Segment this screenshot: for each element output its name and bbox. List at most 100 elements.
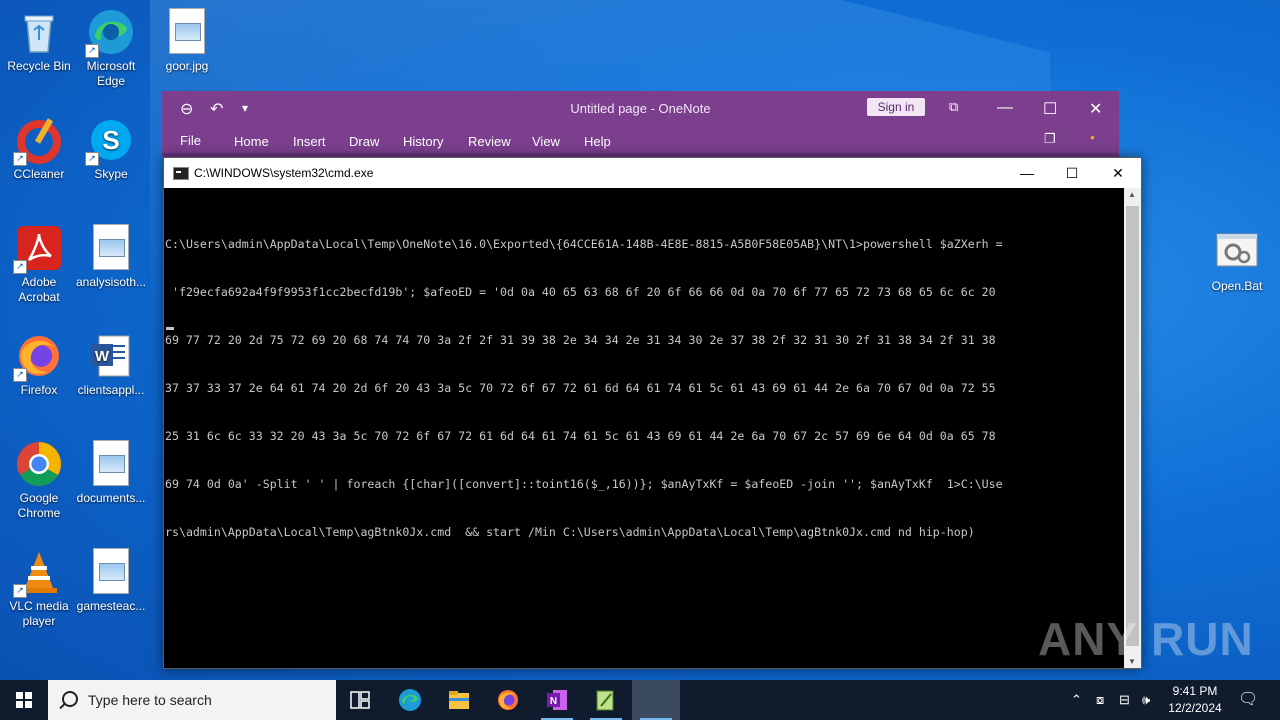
ribbon-display-icon[interactable]: ⧉ (949, 99, 958, 115)
start-button[interactable] (0, 680, 48, 720)
desktop-icon-label: analysisoth... (75, 275, 147, 289)
scroll-up-icon[interactable]: ▲ (1128, 190, 1136, 199)
shortcut-arrow-icon: ↗ (13, 152, 27, 166)
image-file-icon (87, 440, 135, 488)
desktop-icon-label: Firefox (20, 383, 58, 397)
tab-view[interactable]: View (532, 134, 560, 149)
windows-logo-icon (16, 692, 32, 708)
console-line: 69 77 72 20 2d 75 72 69 20 68 74 74 70 3… (165, 333, 996, 347)
tab-insert[interactable]: Insert (293, 134, 326, 149)
console-line: 'f29ecfa692a4f9f9953f1cc2becfd19b'; $afe… (165, 285, 996, 299)
desktop-icon-recycle-bin[interactable]: Recycle Bin (0, 8, 78, 74)
desktop-icon-label: Adobe Acrobat (18, 275, 60, 304)
notebook-list-icon[interactable]: ❐ (1044, 131, 1056, 147)
desktop-icon-goor-jpg[interactable]: goor.jpg (148, 8, 226, 74)
tab-review[interactable]: Review (468, 134, 511, 149)
desktop-icon-label: VLC media player (9, 599, 69, 628)
desktop-icon-clientsappl[interactable]: W clientsappl... (72, 332, 150, 398)
desktop-icon-adobe-acrobat[interactable]: ↗ Adobe Acrobat (0, 224, 78, 305)
taskbar-firefox[interactable] (484, 680, 532, 720)
desktop-icon-analysisoth[interactable]: analysisoth... (72, 224, 150, 290)
shortcut-arrow-icon: ↗ (13, 368, 27, 382)
show-hidden-icons-icon[interactable]: ⌃ (1071, 680, 1082, 720)
console-icon (173, 167, 189, 180)
task-view-button[interactable] (336, 680, 384, 720)
console-output[interactable]: C:\Users\admin\AppData\Local\Temp\OneNot… (165, 204, 1123, 572)
shortcut-arrow-icon: ↗ (13, 260, 27, 274)
taskbar: Type here to search N ⌃ ⧇ ⊟ 🕪 9:41 PM 12… (0, 680, 1280, 720)
desktop-icon-open-bat[interactable]: Open.Bat (1198, 228, 1276, 294)
taskbar-edge[interactable] (386, 680, 434, 720)
console-line: 69 74 0d 0a' -Split ' ' | foreach {[char… (165, 477, 1003, 491)
console-line: C:\Users\admin\AppData\Local\Temp\OneNot… (165, 237, 1003, 251)
svg-text:S: S (102, 125, 119, 155)
batch-file-icon (1213, 228, 1261, 276)
desktop-icon-label: goor.jpg (165, 59, 209, 73)
svg-text:N: N (550, 696, 557, 707)
desktop-icon-microsoft-edge[interactable]: ↗ Microsoft Edge (72, 8, 150, 89)
notifications-icon[interactable]: 🗨 (1238, 680, 1258, 720)
console-line: 25 31 6c 6c 33 32 20 43 3a 5c 70 72 6f 6… (165, 429, 996, 443)
cmd-titlebar[interactable]: C:\WINDOWS\system32\cmd.exe — ☐ ✕ (164, 158, 1141, 188)
desktop-icon-skype[interactable]: S ↗ Skype (72, 116, 150, 182)
desktop-icon-google-chrome[interactable]: Google Chrome (0, 440, 78, 521)
sign-in-button[interactable]: Sign in (867, 98, 925, 116)
firefox-icon (498, 690, 518, 710)
desktop-icon-label: CCleaner (13, 167, 65, 181)
skype-icon: S ↗ (85, 116, 135, 166)
maximize-icon[interactable]: ☐ (1043, 99, 1057, 119)
desktop-icon-label: Open.Bat (1211, 279, 1263, 293)
word-document-icon: W (87, 332, 135, 380)
chrome-icon (15, 440, 63, 488)
image-file-icon (163, 8, 211, 56)
search-placeholder: Type here to search (88, 692, 212, 708)
desktop-icon-ccleaner[interactable]: ↗ CCleaner (0, 116, 78, 182)
shortcut-arrow-icon: ↗ (13, 584, 27, 598)
taskbar-cmd[interactable] (632, 680, 680, 720)
tab-home[interactable]: Home (234, 134, 269, 149)
vlc-icon: ↗ (13, 548, 63, 598)
anyrun-watermark: ANY RUN (1038, 613, 1254, 665)
scroll-thumb[interactable] (1126, 206, 1139, 646)
taskbar-notepadpp[interactable] (582, 680, 630, 720)
onenote-icon: N (547, 690, 567, 710)
notification-dot-icon[interactable]: • (1090, 129, 1095, 145)
minimize-button[interactable]: — (1004, 158, 1050, 188)
cmd-window[interactable]: C:\WINDOWS\system32\cmd.exe — ☐ ✕ C:\Use… (163, 157, 1142, 669)
tab-draw[interactable]: Draw (349, 134, 379, 149)
desktop-icon-label: Google Chrome (17, 491, 61, 520)
minimize-icon[interactable]: — (997, 99, 1013, 117)
edge-icon: ↗ (85, 8, 135, 58)
volume-icon[interactable]: 🕪 (1142, 680, 1150, 720)
svg-text:W: W (95, 348, 110, 365)
close-icon[interactable]: ✕ (1089, 99, 1102, 119)
desktop-icon-firefox[interactable]: ↗ Firefox (0, 332, 78, 398)
clock-time: 9:41 PM (1172, 684, 1218, 698)
tab-history[interactable]: History (403, 134, 443, 149)
desktop-icon-gamesteac[interactable]: gamesteac... (72, 548, 150, 614)
vertical-scrollbar[interactable]: ▲ ▼ (1124, 188, 1141, 668)
onenote-window[interactable]: ⊖ ↶ ▾ Untitled page - OneNote Sign in ⧉ … (162, 91, 1119, 157)
taskbar-file-explorer[interactable] (435, 680, 483, 720)
desktop-icon-label: Recycle Bin (7, 59, 71, 73)
desktop-icon-vlc[interactable]: ↗ VLC media player (0, 548, 78, 629)
window-title: C:\WINDOWS\system32\cmd.exe (194, 166, 374, 180)
search-icon (62, 691, 78, 707)
system-clock[interactable]: 9:41 PM 12/2/2024 (1160, 683, 1230, 717)
close-button[interactable]: ✕ (1095, 158, 1141, 188)
network-icon[interactable]: ⊟ (1119, 680, 1130, 720)
console-line: rs\admin\AppData\Local\Temp\agBtnk0Jx.cm… (165, 525, 975, 539)
firefox-icon: ↗ (13, 332, 63, 382)
taskbar-onenote[interactable]: N (533, 680, 581, 720)
folder-icon (449, 691, 469, 709)
search-box[interactable]: Type here to search (48, 680, 336, 720)
text-cursor (166, 327, 174, 330)
network-device-icon[interactable]: ⧇ (1096, 680, 1104, 720)
notepad-plus-plus-icon (596, 690, 614, 711)
desktop-icon-documents[interactable]: documents... (72, 440, 150, 506)
tab-file[interactable]: File (180, 133, 201, 148)
shortcut-arrow-icon: ↗ (85, 152, 99, 166)
clock-date: 12/2/2024 (1168, 701, 1222, 715)
maximize-button[interactable]: ☐ (1049, 158, 1095, 188)
tab-help[interactable]: Help (584, 134, 611, 149)
